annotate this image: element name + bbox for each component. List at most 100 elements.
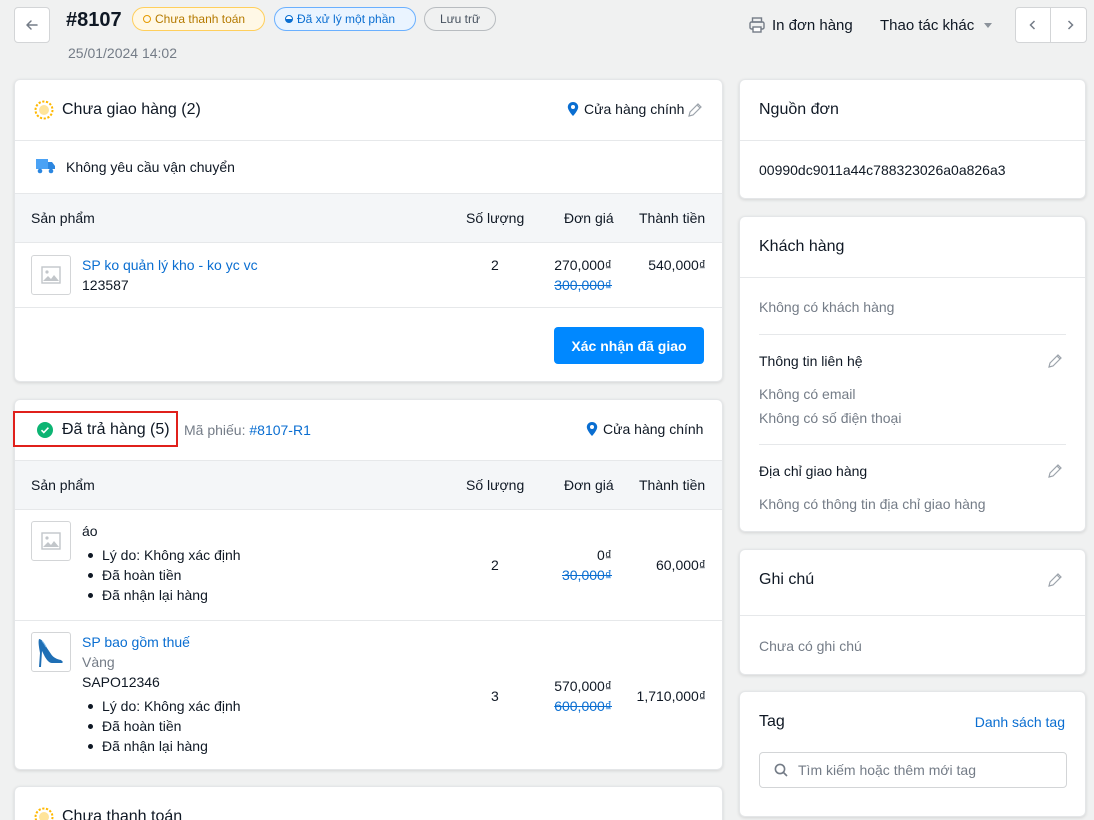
- customer-title: Khách hàng: [759, 238, 845, 255]
- return-code-link[interactable]: #8107-R1: [249, 422, 311, 438]
- divider: [759, 334, 1066, 335]
- highlight-box: [13, 411, 178, 447]
- payment-title: Chưa thanh toán: [62, 808, 183, 820]
- product-thumbnail: [31, 632, 71, 672]
- product-qty: 3: [491, 688, 499, 704]
- divider: [740, 277, 1085, 278]
- col-quantity: Số lượng: [466, 477, 525, 493]
- more-actions-dropdown[interactable]: Thao tác khác: [880, 14, 993, 36]
- source-value: 00990dc9011a44c788323026a0a826a3: [759, 162, 1006, 178]
- col-unit-price: Đơn giá: [564, 210, 614, 226]
- no-email-text: Không có email: [759, 386, 856, 402]
- previous-order-button[interactable]: [1016, 8, 1051, 42]
- note-title: Ghi chú: [759, 571, 815, 588]
- tags-title: Tag: [759, 713, 785, 730]
- product-price: 0₫: [597, 547, 612, 563]
- product-original-price: 300,000₫: [554, 277, 612, 293]
- divider: [740, 140, 1085, 141]
- product-variant: Vàng: [82, 654, 115, 670]
- product-total: 540,000₫: [648, 257, 706, 273]
- col-product: Sản phẩm: [31, 210, 95, 226]
- divider: [15, 140, 722, 141]
- status-badge-payment: Chưa thanh toán: [132, 7, 265, 31]
- confirm-delivered-button[interactable]: Xác nhận đã giao: [554, 327, 704, 364]
- return-details-list: Lý do: Không xác định Đã hoàn tiền Đã nh…: [82, 545, 241, 605]
- shipping-address-title: Địa chỉ giao hàng: [759, 463, 868, 479]
- unfulfilled-title: Chưa giao hàng (2): [62, 101, 201, 118]
- location-pin-icon: [567, 102, 579, 116]
- location-pin-icon: [586, 422, 598, 436]
- product-thumbnail: [31, 521, 71, 561]
- product-original-price: 30,000₫: [561, 567, 612, 583]
- product-qty: 2: [491, 557, 499, 573]
- back-button[interactable]: [14, 7, 50, 43]
- product-original-price: 600,000₫: [554, 698, 612, 714]
- returned-card: Đã trả hàng (5) Mã phiếu: #8107-R1 Cửa h…: [14, 399, 723, 770]
- list-item: Đã hoàn tiền: [82, 716, 241, 736]
- product-thumbnail: [31, 255, 71, 295]
- edit-contact-pencil-icon[interactable]: [1046, 352, 1064, 370]
- search-icon: [774, 763, 788, 777]
- note-empty-text: Chưa có ghi chú: [759, 638, 862, 654]
- no-customer-text: Không có khách hàng: [759, 299, 895, 315]
- return-details-list: Lý do: Không xác định Đã hoàn tiền Đã nh…: [82, 696, 241, 756]
- image-placeholder-icon: [41, 532, 61, 550]
- list-item: Đã hoàn tiền: [82, 565, 241, 585]
- product-link[interactable]: SP bao gồm thuế: [82, 634, 190, 650]
- delivery-truck-icon: [36, 159, 55, 174]
- source-title: Nguồn đơn: [759, 101, 839, 118]
- edit-address-pencil-icon[interactable]: [1046, 462, 1064, 480]
- no-address-text: Không có thông tin địa chỉ giao hàng: [759, 496, 986, 512]
- arrow-left-icon: [26, 20, 38, 30]
- list-item: Lý do: Không xác định: [82, 696, 241, 716]
- divider: [15, 620, 722, 621]
- product-total: 1,710,000₫: [636, 688, 706, 704]
- edit-location-pencil-icon[interactable]: [686, 101, 704, 119]
- unfulfilled-location: Cửa hàng chính: [566, 101, 684, 117]
- edit-note-pencil-icon[interactable]: [1046, 571, 1064, 589]
- unfulfilled-card: Chưa giao hàng (2) Cửa hàng chính Không …: [14, 79, 723, 382]
- high-heel-shoe-icon: [38, 639, 63, 667]
- half-circle-icon: [285, 15, 293, 23]
- product-link[interactable]: SP ko quản lý kho - ko yc vc: [82, 257, 258, 273]
- payment-card: Chưa thanh toán: [14, 786, 723, 820]
- divider: [15, 307, 722, 308]
- col-total: Thành tiền: [639, 210, 706, 226]
- tag-search-placeholder: Tìm kiếm hoặc thêm mới tag: [798, 762, 977, 778]
- page-title: #8107: [66, 9, 122, 31]
- next-order-button[interactable]: [1052, 8, 1087, 42]
- list-item: Lý do: Không xác định: [82, 545, 241, 565]
- order-source-card: Nguồn đơn 00990dc9011a44c788323026a0a826…: [739, 79, 1086, 199]
- chevron-left-icon: [1029, 20, 1036, 30]
- chevron-right-icon: [1067, 20, 1074, 30]
- col-product: Sản phẩm: [31, 477, 95, 493]
- product-total: 60,000₫: [655, 557, 706, 573]
- col-unit-price: Đơn giá: [564, 477, 614, 493]
- circle-icon: [143, 15, 151, 23]
- printer-icon: [749, 17, 765, 33]
- product-price: 270,000₫: [554, 257, 612, 273]
- status-badge-fulfillment: Đã xử lý một phần: [274, 7, 416, 31]
- tag-search-input[interactable]: Tìm kiếm hoặc thêm mới tag: [759, 752, 1067, 788]
- shipping-note: Không yêu cầu vận chuyển: [66, 159, 235, 175]
- divider: [759, 444, 1066, 445]
- pager: [1015, 7, 1087, 43]
- col-quantity: Số lượng: [466, 210, 525, 226]
- divider: [740, 615, 1085, 616]
- tag-list-link[interactable]: Danh sách tag: [975, 714, 1065, 730]
- caret-down-icon: [984, 22, 993, 28]
- col-total: Thành tiền: [639, 477, 706, 493]
- no-phone-text: Không có số điện thoại: [759, 410, 902, 426]
- pending-sun-icon: [34, 807, 54, 820]
- customer-card: Khách hàng Không có khách hàng Thông tin…: [739, 216, 1086, 532]
- product-name: áo: [82, 523, 98, 539]
- print-order-button[interactable]: In đơn hàng: [748, 14, 853, 36]
- tags-card: Tag Danh sách tag Tìm kiếm hoặc thêm mới…: [739, 691, 1086, 817]
- return-code: Mã phiếu: #8107-R1: [184, 422, 311, 438]
- note-card: Ghi chú Chưa có ghi chú: [739, 549, 1086, 675]
- contact-info-title: Thông tin liên hệ: [759, 353, 863, 369]
- product-sku: 123587: [82, 277, 129, 293]
- product-sku: SAPO12346: [82, 674, 160, 690]
- order-datetime: 25/01/2024 14:02: [68, 45, 177, 61]
- status-badge-archived: Lưu trữ: [424, 7, 496, 31]
